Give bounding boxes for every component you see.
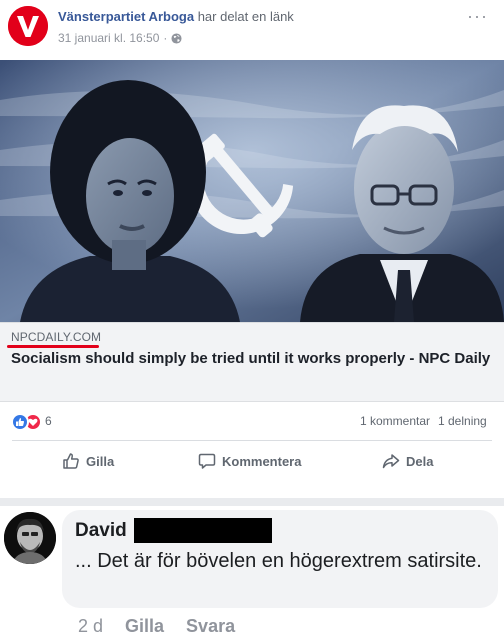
share-count[interactable]: 1 delning [438,414,487,428]
page-avatar[interactable] [8,6,48,46]
comment-actions: 2 d Gilla Svara [78,613,257,639]
domain-highlight-underline [7,345,99,348]
more-icon[interactable]: ··· [467,6,488,27]
post-action-text: har delat en länk [197,9,294,24]
comment-button-label: Kommentera [222,453,302,469]
reaction-count[interactable]: 6 [45,414,52,428]
commenter-avatar[interactable] [4,512,56,564]
engagement-counts: 6 1 kommentar 1 delning [0,404,504,434]
comment-icon [198,453,216,469]
vansterpartiet-logo-icon [8,6,48,46]
post-timestamp[interactable]: 31 januari kl. 16:50 [58,31,159,45]
like-button[interactable]: Gilla [62,449,114,473]
meta-separator: · [163,31,168,45]
share-icon [382,454,400,469]
link-domain: NPCDAILY.COM [11,330,102,344]
link-preview-image[interactable] [0,60,504,322]
like-reaction-icon [11,413,29,431]
author-line: Vänsterpartiet Arboga har delat en länk [58,9,294,25]
comment-age[interactable]: 2 d [78,616,103,637]
link-title[interactable]: Socialism should simply be tried until i… [11,349,491,369]
page-name-link[interactable]: Vänsterpartiet Arboga [58,9,194,24]
globe-icon[interactable] [171,32,182,44]
link-caption[interactable]: NPCDAILY.COM Socialism should simply be … [0,322,504,402]
preview-illustration [0,60,504,322]
post-action-bar: Gilla Kommentera Dela [12,440,492,480]
share-button[interactable]: Dela [382,449,433,473]
like-button-label: Gilla [86,453,115,469]
comment-bubble: David ... Det är för bövelen en högerext… [62,510,498,608]
post-meta: 31 januari kl. 16:50 · [58,31,182,45]
reaction-icons[interactable] [11,413,45,431]
comment-button[interactable]: Kommentera [198,449,301,473]
comment-count[interactable]: 1 kommentar [360,414,430,428]
post-header: Vänsterpartiet Arboga har delat en länk … [0,0,504,56]
comment-like-link[interactable]: Gilla [125,616,164,637]
share-button-label: Dela [406,453,434,469]
commenter-photo [4,512,56,564]
comment-reply-link[interactable]: Svara [186,616,235,637]
redaction-bar [134,518,272,543]
commenter-name[interactable]: David [75,520,127,542]
comment-text: ... Det är för bövelen en högerextrem sa… [75,550,482,572]
section-divider [0,498,504,506]
thumbs-up-icon [63,453,79,469]
